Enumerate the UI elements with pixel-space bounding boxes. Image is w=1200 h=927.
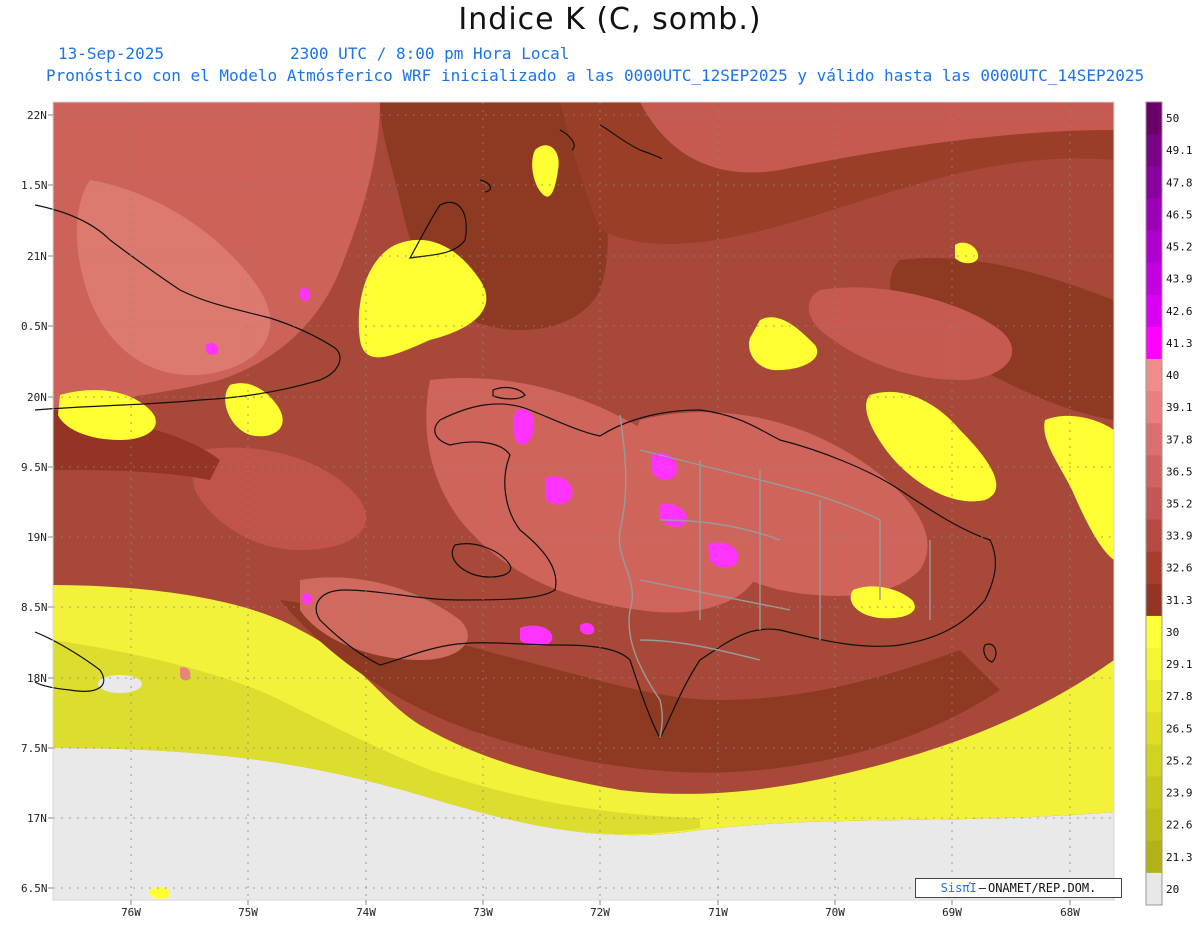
colorbar-swatch xyxy=(1146,326,1162,360)
yellow-patch-10 xyxy=(150,887,171,899)
colorbar-swatch xyxy=(1146,166,1162,199)
colorbar-swatch xyxy=(1146,615,1162,649)
colorbar-swatch xyxy=(1146,712,1162,745)
colorbar: 50 49.1 47.8 46.5 45.2 43.9 42.6 41.3 40 39.1 37.8… xyxy=(1145,101,1193,906)
colorbar-label: 27.8 xyxy=(1166,690,1193,703)
lat-label: 0.5N xyxy=(21,320,48,333)
colorbar-swatch xyxy=(1146,358,1162,392)
lat-label: 21N xyxy=(27,250,47,263)
colorbar-swatch xyxy=(1146,872,1162,906)
colorbar-label: 29.1 xyxy=(1166,658,1193,671)
colorbar-label: 39.1 xyxy=(1166,401,1193,414)
lat-ticks xyxy=(48,114,53,889)
colorbar-swatch xyxy=(1146,551,1162,585)
colorbar-label: 22.6 xyxy=(1166,819,1193,832)
credit-text: ONAMET/REP.DOM. xyxy=(987,881,1097,895)
lat-label: 18N xyxy=(27,672,47,685)
colorbar-label: 30 xyxy=(1166,626,1179,639)
colorbar-swatch xyxy=(1146,840,1162,874)
colorbar-swatch xyxy=(1146,583,1162,617)
colorbar-label: 23.9 xyxy=(1166,787,1193,800)
colorbar-label: 20 xyxy=(1166,883,1179,896)
lon-axis: 76W 75W 74W 73W 72W 71W 70W 69W 68W xyxy=(121,906,1080,919)
colorbar-label: 36.5 xyxy=(1166,465,1193,478)
colorbar-label: 31.3 xyxy=(1166,594,1193,607)
lat-label: 19N xyxy=(27,531,47,544)
lat-axis: 22N 1.5N 21N 0.5N 20N 9.5N 19N 8.5N 18N … xyxy=(21,109,48,895)
lon-label: 70W xyxy=(825,906,845,919)
colorbar-label: 46.5 xyxy=(1166,208,1193,221)
map-canvas: 22N 1.5N 21N 0.5N 20N 9.5N 19N 8.5N 18N … xyxy=(21,101,1193,919)
colorbar-swatch xyxy=(1146,648,1162,681)
colorbar-swatch xyxy=(1146,423,1162,456)
colorbar-swatch xyxy=(1146,808,1162,842)
credit-box: SisπΊ – ONAMET/REP.DOM. xyxy=(915,878,1122,898)
colorbar-swatch xyxy=(1146,102,1162,135)
colorbar-label: 21.3 xyxy=(1166,851,1193,864)
colorbar-swatch xyxy=(1146,776,1162,810)
colorbar-label: 47.8 xyxy=(1166,176,1193,189)
colorbar-swatch xyxy=(1146,680,1162,713)
lat-label: 8.5N xyxy=(21,601,48,614)
colorbar-label: 40 xyxy=(1166,369,1179,382)
lon-label: 74W xyxy=(356,906,376,919)
colorbar-swatch xyxy=(1146,198,1162,231)
lon-label: 73W xyxy=(473,906,493,919)
colorbar-label: 42.6 xyxy=(1166,305,1193,318)
colorbar-swatch xyxy=(1146,391,1162,424)
colorbar-label: 35.2 xyxy=(1166,498,1193,511)
nodata-pocket xyxy=(98,675,142,693)
lat-label: 9.5N xyxy=(21,461,48,474)
colorbar-label: 37.8 xyxy=(1166,433,1193,446)
colorbar-label: 33.9 xyxy=(1166,530,1193,543)
colorbar-swatch xyxy=(1146,294,1162,328)
credit-separator: – xyxy=(978,881,986,895)
colorbar-swatch xyxy=(1146,519,1162,553)
lon-label: 75W xyxy=(238,906,258,919)
colorbar-swatch xyxy=(1146,262,1162,296)
lon-label: 68W xyxy=(1060,906,1080,919)
lat-label: 17N xyxy=(27,812,47,825)
lat-label: 7.5N xyxy=(21,742,48,755)
lat-label: 6.5N xyxy=(21,882,48,895)
colorbar-label: 25.2 xyxy=(1166,754,1193,767)
k-index-field xyxy=(53,102,1114,900)
colorbar-label: 49.1 xyxy=(1166,144,1193,157)
colorbar-label: 32.6 xyxy=(1166,562,1193,575)
colorbar-swatch xyxy=(1146,134,1162,167)
colorbar-label: 45.2 xyxy=(1166,241,1193,254)
colorbar-label: 50 xyxy=(1166,112,1179,125)
colorbar-label: 26.5 xyxy=(1166,722,1193,735)
lon-ticks xyxy=(130,900,1071,905)
lat-label: 20N xyxy=(27,391,47,404)
colorbar-swatch xyxy=(1146,455,1162,488)
colorbar-label: 41.3 xyxy=(1166,337,1193,350)
colorbar-swatch xyxy=(1146,230,1162,264)
colorbar-label: 43.9 xyxy=(1166,273,1193,286)
colorbar-swatch xyxy=(1146,744,1162,778)
lon-label: 76W xyxy=(121,906,141,919)
lat-label: 1.5N xyxy=(21,179,48,192)
colorbar-swatch xyxy=(1146,487,1162,521)
lon-label: 72W xyxy=(590,906,610,919)
lat-label: 22N xyxy=(27,109,47,122)
lon-label: 69W xyxy=(942,906,962,919)
credit-system: SisπΊ xyxy=(940,881,977,895)
lon-label: 71W xyxy=(708,906,728,919)
